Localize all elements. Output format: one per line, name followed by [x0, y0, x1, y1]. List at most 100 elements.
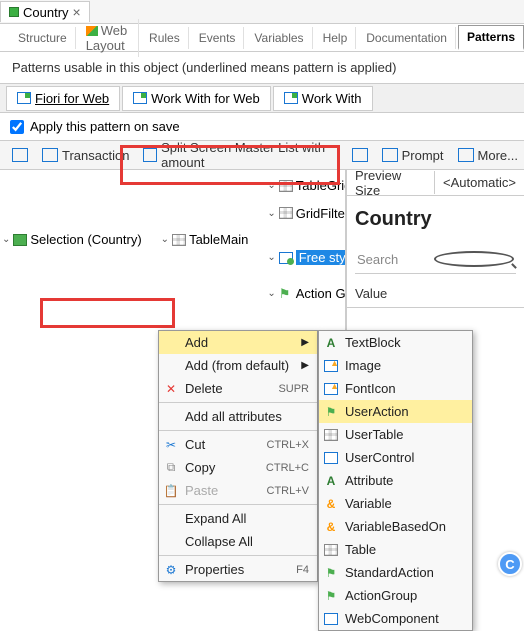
mi-collapse-all[interactable]: Collapse All [159, 530, 317, 553]
grid-icon [323, 427, 339, 443]
flag-icon: ⚑ [323, 565, 339, 581]
tree-gridfilter[interactable]: ⌄GridFilter ▼CountryName (CountryName.To… [267, 195, 346, 231]
preview-size-value[interactable]: <Automatic> [434, 171, 524, 194]
toolbar-split-screen[interactable]: Split Screen Master List with amount [137, 137, 343, 173]
smi-actiongroup[interactable]: ⚑ActionGroup [319, 584, 472, 607]
toolbar-prompt[interactable]: Prompt [376, 145, 450, 166]
collapse-icon[interactable]: ⌄ [267, 208, 275, 219]
apply-label: Apply this pattern on save [30, 119, 180, 134]
smi-useraction[interactable]: ⚑UserAction [319, 400, 472, 423]
collapse-icon[interactable]: ⌄ [2, 234, 10, 245]
collapse-icon[interactable]: ⌄ [267, 288, 275, 299]
subtab-ww-web[interactable]: Work With for Web [122, 86, 271, 111]
variable-icon: & [323, 519, 339, 535]
mi-properties[interactable]: ⚙PropertiesF4 [159, 558, 317, 581]
search-box[interactable]: Search [355, 245, 516, 274]
object-tab[interactable]: Country × [0, 1, 90, 22]
smi-variablebasedon[interactable]: &VariableBasedOn [319, 515, 472, 538]
mi-delete[interactable]: ✕DeleteSUPR [159, 377, 317, 400]
mi-add-default[interactable]: Add (from default)▶ [159, 354, 317, 377]
tree-action-group[interactable]: ⌄⚑Action Group ⚑Standard A [267, 284, 346, 303]
transaction-tb-icon [42, 148, 58, 162]
tab-documentation[interactable]: Documentation [358, 27, 456, 49]
smi-table[interactable]: Table [319, 538, 472, 561]
tab-web-layout[interactable]: Web Layout [78, 19, 139, 57]
tab-help[interactable]: Help [315, 27, 357, 49]
fiori-icon [17, 92, 31, 104]
web-layout-icon [86, 26, 98, 36]
mi-add[interactable]: Add▶ [159, 331, 317, 354]
tree-selection[interactable]: ⌄Selection (Country) ⌄TableMain ⌄TableGr… [2, 174, 343, 305]
patterns-description: Patterns usable in this object (underlin… [0, 52, 524, 83]
smi-webcomponent[interactable]: WebComponent [319, 607, 472, 630]
tb-icon-1 [12, 148, 28, 162]
ww-web-icon [133, 92, 147, 104]
tree-tablemain[interactable]: ⌄TableMain ⌄TableGrid ACountry ⌄GridFilt… [161, 175, 346, 304]
transaction-icon [9, 7, 19, 17]
free-style-grid-icon [279, 252, 293, 264]
context-menu: Add▶ Add (from default)▶ ✕DeleteSUPR Add… [158, 330, 318, 582]
paste-icon: 📋 [163, 483, 179, 499]
context-submenu-add: ATextBlock Image FontIcon ⚑UserAction Us… [318, 330, 473, 631]
grid-icon [323, 542, 339, 558]
tree-free-style-grid[interactable]: ⌄Free style grid CountryNa CountryPop Co… [267, 231, 346, 284]
subtab-fiori[interactable]: Fiori for Web [6, 86, 120, 111]
c-badge[interactable]: C [498, 552, 522, 576]
collapse-icon[interactable]: ⌄ [161, 234, 169, 245]
mi-add-all-attr[interactable]: Add all attributes [159, 405, 317, 428]
smi-image[interactable]: Image [319, 354, 472, 377]
grid-icon [279, 207, 293, 219]
delete-icon: ✕ [163, 381, 179, 397]
prompt-icon [382, 148, 398, 162]
attribute-icon: A [323, 473, 339, 489]
smi-fonticon[interactable]: FontIcon [319, 377, 472, 400]
mi-paste: 📋PasteCTRL+V [159, 479, 317, 502]
object-tab-label: Country [23, 5, 69, 20]
collapse-icon[interactable]: ⌄ [267, 252, 275, 263]
smi-variable[interactable]: &Variable [319, 492, 472, 515]
flag-icon: ⚑ [323, 588, 339, 604]
toolbar-btn-1[interactable] [6, 145, 34, 165]
toolbar-more[interactable]: More... [452, 145, 524, 166]
smi-usercontrol[interactable]: UserControl [319, 446, 472, 469]
image-icon [323, 358, 339, 374]
gear-icon: ⚙ [163, 562, 179, 578]
tb-icon-4 [352, 148, 368, 162]
smi-usertable[interactable]: UserTable [319, 423, 472, 446]
smi-standardaction[interactable]: ⚑StandardAction [319, 561, 472, 584]
smi-textblock[interactable]: ATextBlock [319, 331, 472, 354]
mi-cut[interactable]: ✂CutCTRL+X [159, 433, 317, 456]
tab-structure[interactable]: Structure [10, 27, 76, 49]
editor-tabs: Structure Web Layout Rules Events Variab… [0, 24, 524, 52]
webcomponent-icon [323, 611, 339, 627]
fonticon-icon [323, 381, 339, 397]
cut-icon: ✂ [163, 437, 179, 453]
tree-tablegrid[interactable]: ⌄TableGrid ACountry [267, 176, 346, 195]
toolbar-transaction[interactable]: Transaction [36, 145, 135, 166]
grid-icon [172, 234, 186, 246]
mi-copy[interactable]: ⧉CopyCTRL+C [159, 456, 317, 479]
search-placeholder: Search [357, 252, 434, 267]
smi-attribute[interactable]: AAttribute [319, 469, 472, 492]
usercontrol-icon [323, 450, 339, 466]
tab-variables[interactable]: Variables [246, 27, 312, 49]
value-label: Value [347, 280, 524, 308]
ww-icon [284, 92, 298, 104]
toolbar-btn-4[interactable] [346, 145, 374, 165]
copy-icon: ⧉ [163, 460, 179, 476]
apply-checkbox[interactable] [10, 120, 24, 134]
textblock-icon: A [323, 335, 339, 351]
mi-expand-all[interactable]: Expand All [159, 507, 317, 530]
subtab-ww[interactable]: Work With [273, 86, 373, 111]
tab-rules[interactable]: Rules [141, 27, 189, 49]
search-icon[interactable] [434, 251, 515, 267]
split-screen-icon [143, 148, 157, 162]
variable-icon: & [323, 496, 339, 512]
flag-icon: ⚑ [323, 404, 339, 420]
tab-patterns[interactable]: Patterns [458, 25, 524, 50]
collapse-icon[interactable]: ⌄ [267, 180, 275, 191]
more-icon [458, 148, 474, 162]
tab-events[interactable]: Events [191, 27, 245, 49]
grid-icon [279, 180, 293, 192]
selection-icon [13, 234, 27, 246]
